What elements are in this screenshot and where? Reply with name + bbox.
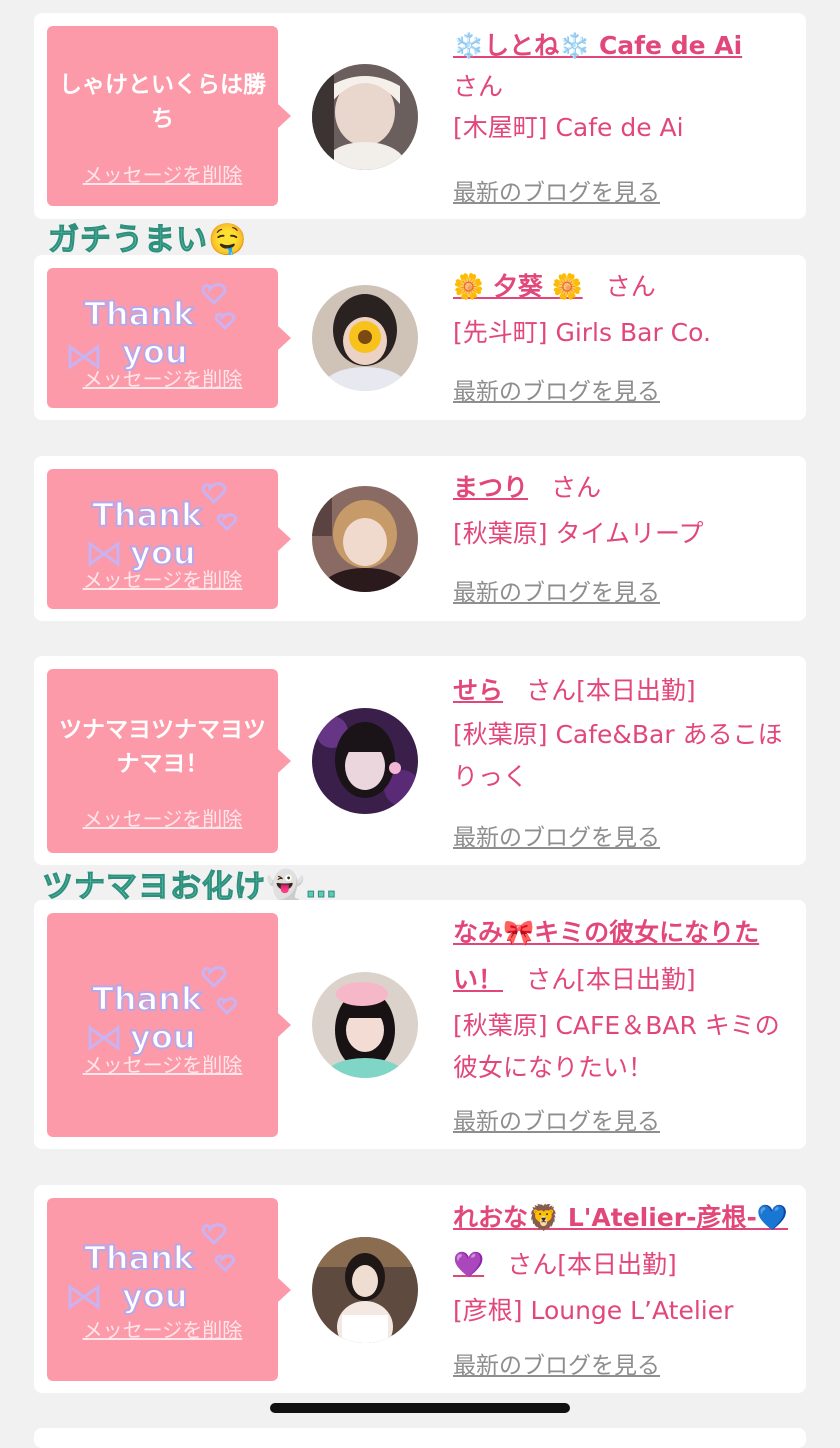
cast-info: れおな🦁 L'Atelier-彦根-💙💜 さん[本日出勤] [彦根] Loung… bbox=[453, 1197, 788, 1332]
avatar[interactable] bbox=[312, 285, 418, 391]
message-text: ツナマヨツナマヨツナマヨ！ bbox=[59, 717, 266, 777]
message-card: メッセージを削除 Thank you まつり さん [秋葉原] タイムリープ 最… bbox=[34, 456, 806, 621]
svg-text:Thank: Thank bbox=[92, 496, 203, 534]
honorific: さん bbox=[526, 965, 577, 994]
message-bubble: しゃけといくらは勝ち メッセージを削除 bbox=[47, 26, 291, 206]
avatar[interactable] bbox=[312, 1237, 418, 1343]
shop-name: [木屋町] Cafe de Ai bbox=[453, 113, 684, 142]
honorific: さん bbox=[526, 676, 577, 705]
message-card: ツナマヨツナマヨツナマヨ！ メッセージを削除 せら さん[本日出勤] [秋葉原]… bbox=[34, 656, 806, 865]
attendance-status: [本日出勤] bbox=[576, 965, 696, 994]
honorific: さん bbox=[551, 473, 602, 502]
cast-info: 🌼 夕葵 🌼 さん [先斗町] Girls Bar Co. bbox=[453, 266, 788, 354]
latest-blog-link[interactable]: 最新のブログを見る bbox=[453, 372, 660, 406]
latest-blog-link[interactable]: 最新のブログを見る bbox=[453, 573, 660, 607]
message-card bbox=[34, 1428, 806, 1448]
message-card: しゃけといくらは勝ち メッセージを削除 ❄️しとね❄️ Cafe de Ai さ… bbox=[34, 13, 806, 219]
svg-text:you: you bbox=[130, 534, 196, 572]
svg-text:Thank: Thank bbox=[84, 1239, 195, 1277]
attendance-status: [本日出勤] bbox=[557, 1250, 677, 1279]
cast-name-link[interactable]: まつり bbox=[453, 473, 528, 502]
cast-name-link[interactable]: 🌼 夕葵 🌼 bbox=[453, 272, 583, 301]
honorific: さん bbox=[453, 72, 504, 101]
cast-info: なみ🎀キミの彼女になりたい！ さん[本日出勤] [秋葉原] CAFE＆BAR キ… bbox=[453, 912, 788, 1089]
cast-info: まつり さん [秋葉原] タイムリープ bbox=[453, 467, 788, 555]
thank-you-sticker: Thank you bbox=[68, 283, 236, 372]
message-card: メッセージを削除 Thank you なみ🎀キミの彼女になりたい！ さん[本日出… bbox=[34, 900, 806, 1149]
message-card: メッセージを削除 Thank you 🌼 夕葵 🌼 さん [先斗町] Girls… bbox=[34, 255, 806, 420]
svg-text:you: you bbox=[130, 1018, 196, 1056]
shop-name: [秋葉原] Cafe&Bar あるこほりっく bbox=[453, 720, 783, 791]
svg-text:you: you bbox=[122, 333, 188, 371]
message-bubble: ツナマヨツナマヨツナマヨ！ メッセージを削除 bbox=[47, 669, 291, 853]
home-indicator[interactable] bbox=[270, 1403, 570, 1413]
shop-name: [彦根] Lounge L’Atelier bbox=[453, 1296, 734, 1325]
latest-blog-link[interactable]: 最新のブログを見る bbox=[453, 1102, 660, 1136]
cast-name-link[interactable]: せら bbox=[453, 676, 503, 705]
shop-name: [先斗町] Girls Bar Co. bbox=[453, 318, 711, 347]
avatar[interactable] bbox=[312, 708, 418, 814]
thank-you-sticker: Thank you bbox=[68, 1223, 236, 1316]
avatar[interactable] bbox=[312, 972, 418, 1078]
honorific: さん bbox=[507, 1250, 558, 1279]
delete-message-link[interactable]: メッセージを削除 bbox=[47, 1314, 278, 1343]
honorific: さん bbox=[605, 272, 656, 301]
latest-blog-link[interactable]: 最新のブログを見る bbox=[453, 1346, 660, 1380]
thank-you-sticker: Thank you bbox=[88, 966, 238, 1057]
cast-name-link[interactable]: ❄️しとね❄️ Cafe de Ai bbox=[453, 31, 742, 60]
attendance-status: [本日出勤] bbox=[576, 676, 696, 705]
svg-text:you: you bbox=[122, 1277, 188, 1315]
svg-text:Thank: Thank bbox=[92, 980, 203, 1018]
thank-you-sticker: Thank you bbox=[88, 482, 238, 573]
avatar[interactable] bbox=[312, 486, 418, 592]
latest-blog-link[interactable]: 最新のブログを見る bbox=[453, 173, 660, 207]
decoration-text: ガチうまい🤤 bbox=[48, 222, 248, 259]
shop-name: [秋葉原] CAFE＆BAR キミの彼女になりたい！ bbox=[453, 1011, 780, 1082]
delete-message-link[interactable]: メッセージを削除 bbox=[47, 803, 278, 832]
svg-text:Thank: Thank bbox=[84, 295, 195, 333]
latest-blog-link[interactable]: 最新のブログを見る bbox=[453, 818, 660, 852]
message-text: しゃけといくらは勝ち bbox=[59, 72, 266, 132]
cast-info: せら さん[本日出勤] [秋葉原] Cafe&Bar あるこほりっく bbox=[453, 670, 788, 798]
shop-name: [秋葉原] タイムリープ bbox=[453, 519, 704, 548]
message-card: メッセージを削除 Thank you れおな🦁 L'Atelier-彦根-💙💜 … bbox=[34, 1185, 806, 1393]
cast-info: ❄️しとね❄️ Cafe de Ai さん [木屋町] Cafe de Ai bbox=[453, 25, 788, 149]
delete-message-link[interactable]: メッセージを削除 bbox=[47, 159, 278, 188]
avatar[interactable] bbox=[312, 64, 418, 170]
